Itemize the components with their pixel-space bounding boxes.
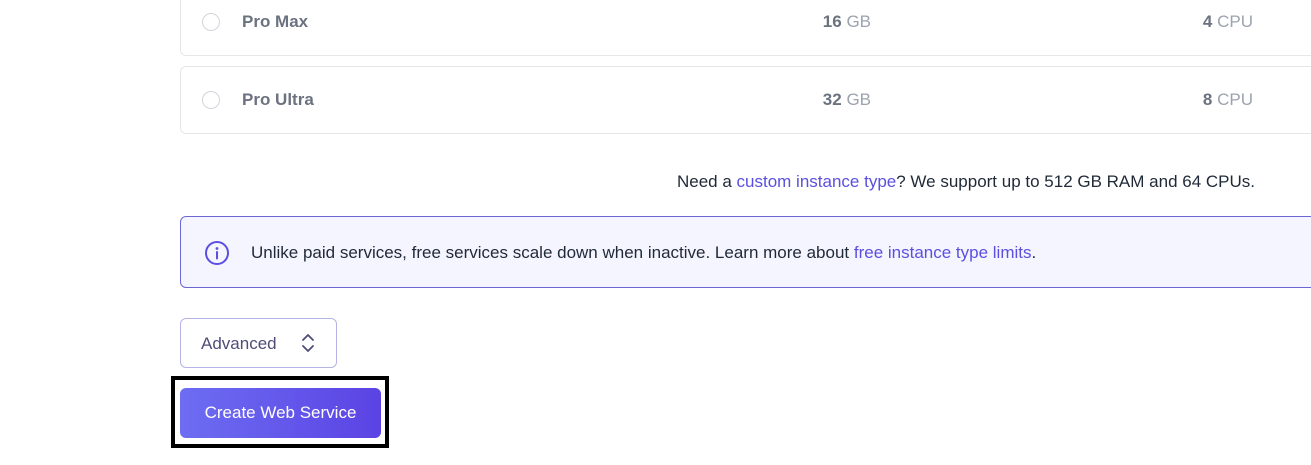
cpu-unit: CPU xyxy=(1217,90,1253,109)
free-instance-limits-link[interactable]: free instance type limits xyxy=(854,243,1032,262)
ram-spec: 32 GB xyxy=(823,90,871,110)
cpu-value: 4 xyxy=(1202,12,1213,31)
cpu-spec: 8 CPU xyxy=(1203,90,1253,110)
custom-instance-type-link[interactable]: custom instance type xyxy=(737,172,897,191)
advanced-label: Advanced xyxy=(201,334,277,353)
ram-value: 32 xyxy=(822,90,842,109)
info-text: Unlike paid services, free services scal… xyxy=(251,243,1036,263)
create-web-service-button[interactable]: Create Web Service xyxy=(180,388,381,438)
info-banner: Unlike paid services, free services scal… xyxy=(180,216,1311,288)
ram-spec: 16 GB xyxy=(823,12,871,32)
info-message: Unlike paid services, free services scal… xyxy=(251,243,854,262)
create-button-label: Create Web Service xyxy=(204,403,357,422)
cpu-value: 8 xyxy=(1202,90,1213,109)
page: Pro Max 16 GB 4 CPU Pro Ultra 32 GB 8 CP… xyxy=(0,0,1311,465)
radio-button[interactable] xyxy=(202,13,220,31)
ram-unit: GB xyxy=(846,12,871,31)
instance-row-pro-ultra[interactable]: Pro Ultra 32 GB 8 CPU xyxy=(180,66,1311,134)
chevron-up-down-icon xyxy=(302,334,314,352)
plan-name: Pro Ultra xyxy=(242,90,314,109)
advanced-button[interactable]: Advanced xyxy=(180,318,337,368)
ram-unit: GB xyxy=(846,90,871,109)
cpu-unit: CPU xyxy=(1217,12,1253,31)
plan-name: Pro Max xyxy=(242,12,309,31)
instance-row-pro-max[interactable]: Pro Max 16 GB 4 CPU xyxy=(180,0,1311,56)
custom-note-prefix: Need a xyxy=(676,172,737,191)
custom-instance-note: Need a custom instance type? We support … xyxy=(677,172,1255,192)
cpu-spec: 4 CPU xyxy=(1203,12,1253,32)
info-suffix: . xyxy=(1031,243,1037,262)
info-circle-icon xyxy=(205,241,229,265)
ram-value: 16 xyxy=(822,12,842,31)
radio-button[interactable] xyxy=(202,91,220,109)
custom-note-suffix: ? We support up to 512 GB RAM and 64 CPU… xyxy=(896,172,1255,191)
